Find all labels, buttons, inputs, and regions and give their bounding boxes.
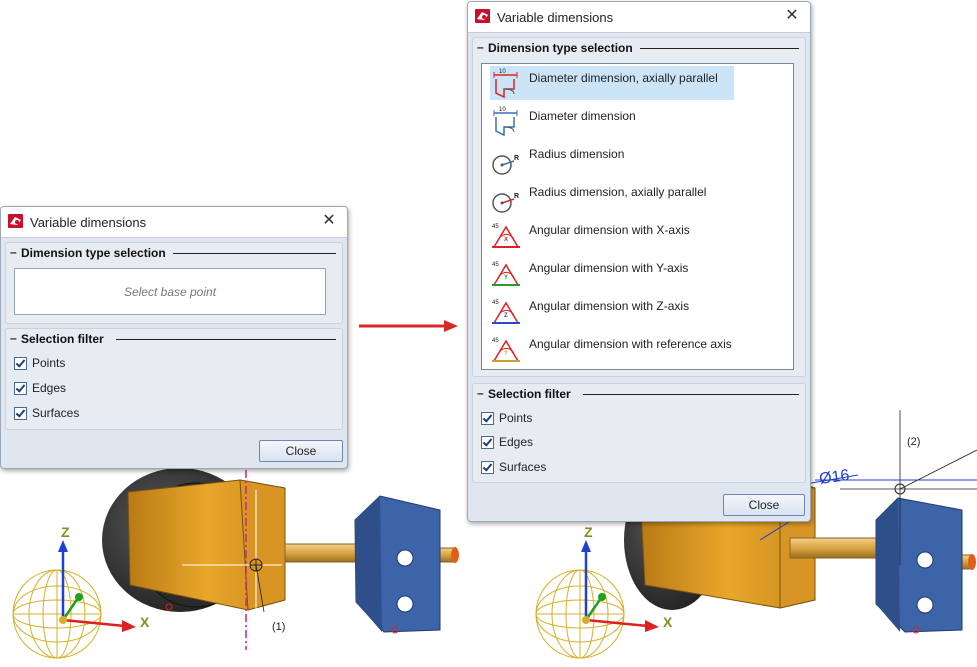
checkbox-icon[interactable]: [481, 436, 494, 449]
dimension-text: Ø16: [818, 467, 850, 488]
dimension-type-list[interactable]: 10 Diameter dimension, axially parallel …: [481, 63, 794, 370]
selection-filter-group: – Selection filter Points Edges Surfaces: [5, 328, 343, 430]
close-button[interactable]: Close: [259, 440, 343, 462]
radius-icon: R: [492, 155, 519, 175]
axis-z-label-right: Z: [584, 524, 593, 540]
axis-x-label-left: X: [140, 614, 150, 630]
transition-arrow: [359, 320, 458, 332]
group-title: Selection filter: [21, 332, 104, 346]
list-item-angle-y[interactable]: 45 Y Angular dimension with Y-axis: [482, 255, 793, 289]
checkbox-icon[interactable]: [14, 407, 27, 420]
axis-z-label-left: Z: [61, 524, 70, 540]
base-point-placeholder: Select base point: [123, 285, 217, 299]
group-title: Dimension type selection: [488, 41, 633, 55]
angle-y-icon: 45 Y: [492, 262, 520, 286]
svg-text:Z: Z: [504, 313, 508, 319]
dialog-titlebar[interactable]: Variable dimensions ✕: [1, 207, 347, 238]
variable-dimensions-dialog-left: Variable dimensions ✕ – Dimension type s…: [0, 206, 348, 469]
dimension-type-group: – Dimension type selection Select base p…: [5, 242, 343, 324]
svg-text:X: X: [504, 237, 508, 243]
checkbox-icon[interactable]: [14, 382, 27, 395]
list-item-radius[interactable]: R Radius dimension: [482, 141, 793, 175]
diameter-axial-icon: 10: [493, 69, 518, 99]
dialog-title: Variable dimensions: [30, 215, 147, 230]
svg-text:R: R: [514, 155, 519, 162]
dimension-type-group: – Dimension type selection 10 Diameter d…: [472, 37, 806, 377]
angle-ref-icon: 45 ?: [492, 338, 520, 362]
variable-dimensions-dialog-right: Variable dimensions ✕ – Dimension type s…: [467, 1, 811, 522]
point-label-2: (2): [907, 436, 920, 448]
shaft-shape: [284, 543, 366, 563]
close-icon[interactable]: ✕: [783, 7, 801, 25]
svg-text:10: 10: [499, 107, 506, 113]
list-item-radius-axial[interactable]: R Radius dimension, axially parallel: [482, 179, 793, 213]
svg-text:?: ?: [504, 351, 508, 357]
group-title: Selection filter: [488, 387, 571, 401]
list-item-diameter-axial[interactable]: 10 Diameter dimension, axially parallel: [482, 65, 793, 100]
checkbox-icon[interactable]: [14, 357, 27, 370]
point-label-1: (1): [272, 621, 285, 633]
checkbox-icon[interactable]: [481, 412, 494, 425]
dialog-title: Variable dimensions: [497, 10, 614, 25]
axis-x-label-right: X: [663, 614, 673, 630]
svg-text:45: 45: [492, 224, 499, 230]
app-logo-icon: [8, 214, 23, 228]
svg-text:Y: Y: [504, 275, 508, 281]
selection-filter-group: – Selection filter Points Edges Surfaces: [472, 383, 806, 483]
app-logo-icon: [475, 9, 490, 23]
group-title: Dimension type selection: [21, 246, 166, 260]
angle-z-icon: 45 Z: [492, 300, 520, 324]
list-item-angle-x[interactable]: 45 X Angular dimension with X-axis: [482, 217, 793, 251]
list-item-angle-ref[interactable]: 45 ? Angular dimension with reference ax…: [482, 331, 793, 365]
checkbox-icon[interactable]: [481, 461, 494, 474]
svg-text:45: 45: [492, 300, 499, 306]
base-point-field[interactable]: Select base point: [14, 268, 326, 315]
svg-text:10: 10: [499, 69, 506, 75]
diameter-icon: 10: [493, 107, 518, 137]
list-item-diameter[interactable]: 10 Diameter dimension: [482, 103, 793, 137]
left-model: (1): [102, 468, 459, 650]
list-item-angle-z[interactable]: 45 Z Angular dimension with Z-axis: [482, 293, 793, 327]
radius-axial-icon: R: [492, 193, 519, 213]
svg-text:45: 45: [492, 338, 499, 344]
svg-text:45: 45: [492, 262, 499, 268]
close-button[interactable]: Close: [723, 494, 805, 516]
close-icon[interactable]: ✕: [320, 212, 338, 230]
dialog-titlebar[interactable]: Variable dimensions ✕: [468, 2, 810, 33]
svg-text:R: R: [514, 193, 519, 200]
angle-x-icon: 45 X: [492, 224, 520, 248]
